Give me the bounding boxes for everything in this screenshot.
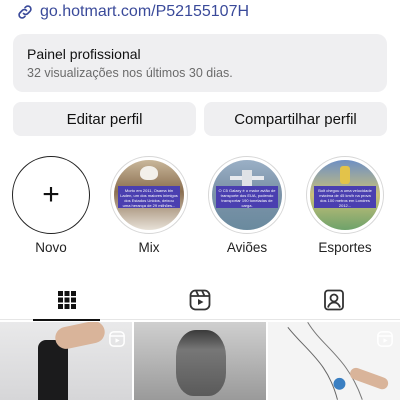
share-profile-button[interactable]: Compartilhar perfil: [204, 102, 387, 136]
panel-subtitle: 32 visualizações nos últimos 30 dias.: [27, 66, 233, 80]
highlight-mix[interactable]: Morto em 2011, Osama bin Laden, um dos m…: [109, 156, 189, 255]
profile-tabs: [0, 280, 400, 321]
highlight-ring[interactable]: +: [12, 156, 90, 234]
runner-shape: [340, 166, 350, 184]
highlight-label: Aviões: [226, 240, 268, 255]
profile-link[interactable]: go.hotmart.com/P52155107H: [16, 0, 249, 24]
highlight-label: Mix: [138, 240, 160, 255]
highlight-thumbnail: Bolt chegou a uma velocidade máxima de 4…: [310, 160, 380, 230]
highlight-thumbnail: Morto em 2011, Osama bin Laden, um dos m…: [114, 160, 184, 230]
post-thumbnail[interactable]: [134, 322, 266, 400]
reels-icon: [189, 289, 210, 311]
professional-dashboard[interactable]: Painel profissional 32 visualizações nos…: [13, 34, 387, 92]
grid-icon: [57, 291, 76, 309]
portrait-shape: [176, 330, 226, 396]
tab-reels[interactable]: [133, 280, 266, 320]
highlight-label: Novo: [35, 240, 67, 255]
highlight-caption: Morto em 2011, Osama bin Laden, um dos m…: [118, 186, 180, 208]
reels-icon: [109, 331, 125, 347]
story-highlights: + Novo Morto em 2011, Osama bin Laden, u…: [0, 156, 400, 256]
highlight-ring[interactable]: O C5 Galaxy é o maior avião de transport…: [208, 156, 286, 234]
tagged-icon: [323, 289, 344, 311]
highlight-thumbnail: O C5 Galaxy é o maior avião de transport…: [212, 160, 282, 230]
highlight-new[interactable]: + Novo: [11, 156, 91, 255]
highlight-caption: Bolt chegou a uma velocidade máxima de 4…: [314, 186, 376, 208]
edit-profile-button[interactable]: Editar perfil: [13, 102, 196, 136]
post-grid: [0, 322, 400, 400]
turban-shape: [140, 166, 158, 180]
tab-tagged[interactable]: [267, 280, 400, 320]
tab-grid[interactable]: [0, 280, 133, 321]
link-icon: [18, 5, 32, 19]
highlight-label: Esportes: [318, 240, 372, 255]
highlight-caption: O C5 Galaxy é o maior avião de transport…: [216, 186, 278, 208]
bottle-shape: [38, 340, 68, 400]
highlight-esportes[interactable]: Bolt chegou a uma velocidade máxima de 4…: [305, 156, 385, 255]
airplane-icon: [230, 170, 264, 186]
profile-link-text[interactable]: go.hotmart.com/P52155107H: [40, 3, 249, 21]
highlight-ring[interactable]: Bolt chegou a uma velocidade máxima de 4…: [306, 156, 384, 234]
plus-icon: +: [42, 178, 60, 211]
post-thumbnail[interactable]: [0, 322, 132, 400]
post-thumbnail[interactable]: [268, 322, 400, 400]
highlight-ring[interactable]: Morto em 2011, Osama bin Laden, um dos m…: [110, 156, 188, 234]
reels-icon: [377, 331, 393, 347]
hand-shape: [53, 322, 107, 351]
highlight-avioes[interactable]: O C5 Galaxy é o maior avião de transport…: [207, 156, 287, 255]
panel-title: Painel profissional: [27, 46, 141, 62]
